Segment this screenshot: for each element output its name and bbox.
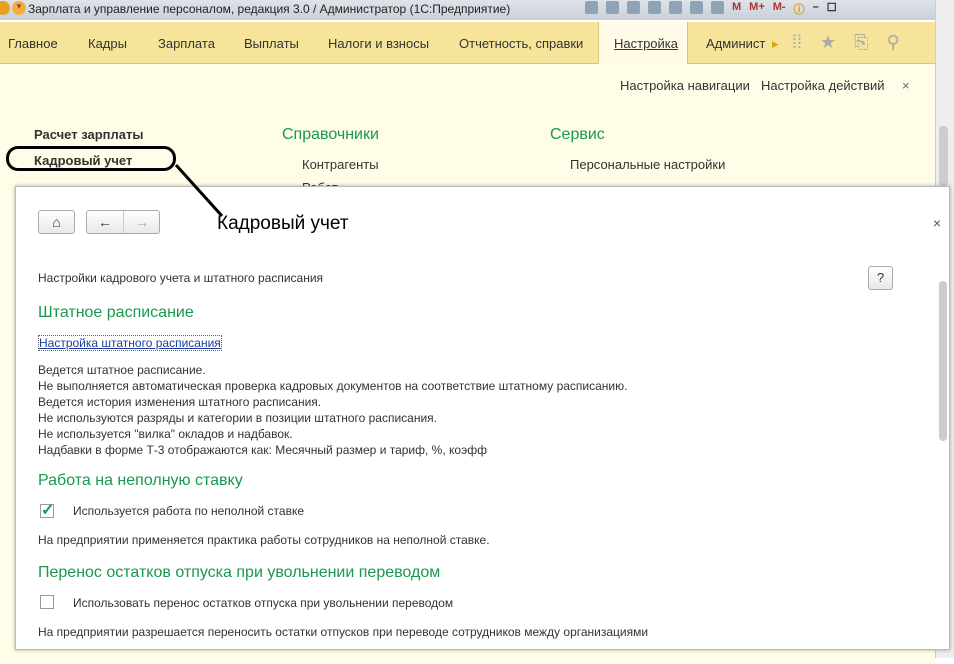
part-time-checkbox-label[interactable]: Используется работа по неполной ставке	[73, 504, 304, 518]
part-time-note: На предприятии применяется практика рабо…	[38, 533, 490, 547]
memory-minus-button[interactable]: M-	[773, 1, 786, 17]
forward-icon[interactable]: →	[124, 211, 160, 233]
history-nav: ← →	[86, 210, 160, 234]
part-time-checkbox[interactable]: ✓	[40, 502, 54, 519]
app-logo-icon	[0, 1, 10, 15]
nav-settings[interactable]: Настройка	[598, 22, 688, 65]
history-icon[interactable]: ⎘	[854, 32, 868, 53]
all-functions-icon[interactable]: ⁞⁞	[792, 32, 802, 53]
link-payroll[interactable]: Расчет зарплаты	[34, 127, 143, 142]
memory-button[interactable]: M	[732, 1, 741, 17]
dialog-subtitle: Настройки кадрового учета и штатного рас…	[38, 271, 324, 285]
staffing-info-line: Ведется история изменения штатного распи…	[38, 395, 322, 409]
nav-reports[interactable]: Отчетность, справки	[459, 36, 583, 51]
vacation-transfer-note: На предприятии разрешается переносить ос…	[38, 625, 649, 639]
nav-payments[interactable]: Выплаты	[244, 36, 299, 51]
memory-plus-button[interactable]: M+	[749, 1, 765, 17]
favorites-icon[interactable]	[648, 1, 661, 14]
nav-salary[interactable]: Зарплата	[158, 36, 215, 51]
calendar-icon[interactable]	[711, 1, 724, 14]
action-settings-link[interactable]: Настройка действий	[761, 78, 885, 93]
search-icon[interactable]: ⚲	[887, 32, 900, 53]
hr-accounting-dialog: ⌂ ← → Кадровый учет × Настройки кадровог…	[15, 186, 950, 650]
nav-settings-label: Настройка	[614, 36, 678, 51]
nav-admin[interactable]: Админист	[706, 36, 765, 51]
navigation-settings-link[interactable]: Настройка навигации	[620, 78, 750, 93]
section-nav: Главное Кадры Зарплата Выплаты Налоги и …	[0, 22, 935, 65]
info-icon[interactable]: ⓘ	[794, 1, 805, 17]
help-button[interactable]: ?	[868, 266, 893, 290]
nav-taxes[interactable]: Налоги и взносы	[328, 36, 429, 51]
home-icon: ⌂	[52, 214, 61, 230]
nav-main[interactable]: Главное	[8, 36, 58, 51]
section-references: Справочники	[282, 126, 379, 143]
more-arrow-icon[interactable]: ▸	[772, 36, 779, 52]
dialog-title: Кадровый учет	[217, 213, 349, 234]
staffing-info-line: Не используется "вилка" окладов и надбав…	[38, 427, 293, 441]
star-icon[interactable]: ★	[820, 32, 836, 53]
preview-icon[interactable]	[627, 1, 640, 14]
staffing-info-line: Не используются разряды и категории в по…	[38, 411, 438, 425]
staffing-info-line: Ведется штатное расписание.	[38, 363, 206, 377]
save-icon[interactable]	[585, 1, 598, 14]
maximize-icon[interactable]: ☐	[827, 1, 837, 17]
minimize-icon[interactable]: –	[813, 1, 819, 17]
annotation-ellipse	[6, 146, 176, 171]
link-counterparties[interactable]: Контрагенты	[302, 157, 379, 172]
home-button[interactable]: ⌂	[38, 210, 75, 234]
checkmark-icon: ✓	[41, 502, 55, 519]
staffing-settings-link[interactable]: Настройка штатного расписания	[38, 335, 222, 351]
section-vacation-transfer: Перенос остатков отпуска при увольнении …	[38, 564, 441, 581]
nav-personnel[interactable]: Кадры	[88, 36, 127, 51]
staffing-info-line: Не выполняется автоматическая проверка к…	[38, 379, 628, 393]
menu-icon[interactable]: ▾	[12, 1, 26, 15]
title-bar: ▾ Зарплата и управление персоналом, реда…	[0, 0, 954, 20]
back-icon[interactable]: ←	[87, 211, 124, 233]
staffing-info-line: Надбавки в форме Т-3 отображаются как: М…	[38, 443, 487, 457]
dialog-close-icon[interactable]: ×	[933, 215, 941, 231]
toolbar: M M+ M- ⓘ – ☐	[585, 1, 837, 17]
section-part-time: Работа на неполную ставку	[38, 472, 243, 489]
vacation-transfer-checkbox[interactable]	[40, 595, 54, 609]
section-staffing: Штатное расписание	[38, 304, 194, 321]
vacation-transfer-checkbox-label[interactable]: Использовать перенос остатков отпуска пр…	[73, 596, 453, 610]
calculator-icon[interactable]	[690, 1, 703, 14]
window-title: Зарплата и управление персоналом, редакц…	[28, 2, 511, 16]
bookmark-icon[interactable]	[669, 1, 682, 14]
print-icon[interactable]	[606, 1, 619, 14]
panel-close-icon[interactable]: ×	[902, 78, 910, 93]
link-personal-settings[interactable]: Персональные настройки	[570, 157, 725, 172]
dialog-scrollbar[interactable]	[939, 267, 947, 647]
section-service: Сервис	[550, 126, 605, 143]
